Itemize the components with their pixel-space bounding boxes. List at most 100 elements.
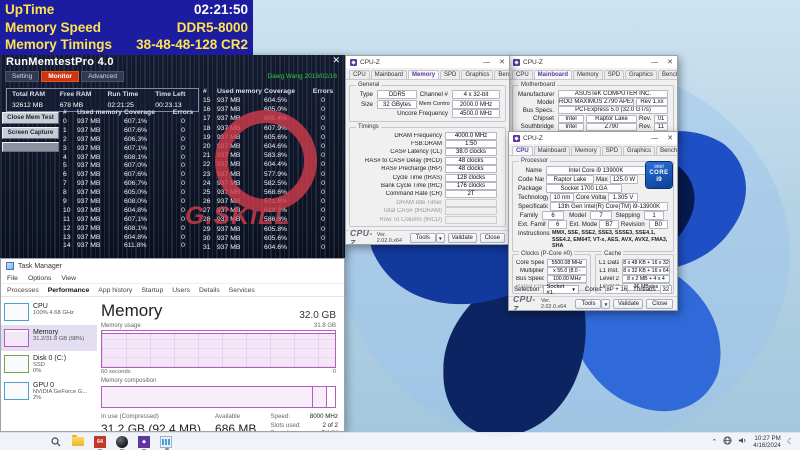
minimize-icon[interactable]: —	[651, 59, 658, 66]
tab-performance[interactable]: Performance	[48, 287, 90, 294]
memory-detail-row: Slots used: 2 of 2	[270, 422, 338, 431]
screen-capture-button[interactable]: Screen Capture	[2, 127, 59, 139]
volume-icon[interactable]	[738, 436, 747, 447]
thread-row: 21 937 MB 583.8% 0	[200, 152, 342, 161]
cpuz-brand: CPU-Z	[350, 227, 373, 245]
coverage: 605.6%	[264, 133, 288, 141]
tab-spd[interactable]: SPD	[440, 70, 461, 79]
task-manager-taskbar-icon[interactable]	[160, 435, 172, 450]
menu-item-view[interactable]: View	[61, 275, 76, 282]
memtest-buttons: Close Mem Test Screen Capture	[2, 112, 59, 155]
errors: 0	[181, 198, 185, 206]
tab-startup[interactable]: Startup	[141, 287, 163, 294]
thread-id: 8	[63, 189, 67, 197]
tools-button[interactable]: Tools	[575, 298, 602, 309]
thread-id: 5	[63, 162, 67, 170]
cpuz-purple-app-icon[interactable]: ◆	[138, 435, 150, 450]
tab-processes[interactable]: Processes	[7, 287, 39, 294]
tab-graphics[interactable]: Graphics	[461, 70, 494, 79]
do-not-disturb-moon-icon[interactable]: ☾	[787, 437, 794, 446]
file-explorer-icon[interactable]	[72, 435, 84, 448]
taskbar-clock[interactable]: 10:27 PM 4/16/2024	[753, 435, 781, 449]
tools-dropdown-icon[interactable]: ▼	[435, 232, 445, 243]
search-icon[interactable]	[50, 436, 62, 448]
tab-cpu[interactable]: CPU	[512, 146, 533, 155]
thread-id: 13	[63, 233, 71, 241]
used-memory: 937 MB	[217, 97, 241, 104]
tab-bench[interactable]: Bench	[494, 70, 509, 79]
close-button[interactable]: Close	[479, 232, 505, 243]
network-icon[interactable]	[723, 436, 732, 447]
tab-users[interactable]: Users	[172, 287, 190, 294]
sidebar-item-cpu[interactable]: CPU 100% 4.68 GHz	[1, 299, 97, 325]
tab-spd[interactable]: SPD	[601, 146, 623, 155]
tab-mainboard[interactable]: Mainboard	[370, 70, 408, 79]
tab-memory[interactable]: Memory	[571, 146, 601, 155]
tab-setting[interactable]: Setting	[5, 71, 40, 82]
coverage: 608.1%	[124, 224, 148, 232]
close-icon[interactable]: ✕	[667, 58, 673, 66]
tab-memory[interactable]: Memory	[573, 70, 603, 79]
tab-cpu[interactable]: CPU	[512, 70, 533, 79]
memory-composition-bar[interactable]	[101, 386, 336, 408]
socket-select[interactable]: Socket #1 ▼	[543, 284, 579, 296]
menu-item-file[interactable]: File	[7, 275, 18, 282]
sidebar-item-disk-0-c-[interactable]: Disk 0 (C:) SSD 0%	[1, 351, 97, 378]
minimize-icon[interactable]: —	[483, 59, 490, 66]
tab-memory[interactable]: Memory	[408, 70, 440, 79]
col-header: Errors	[312, 88, 334, 95]
used-memory: 937 MB	[217, 179, 241, 187]
field-value: 1:50	[445, 140, 497, 149]
gskill-app-icon[interactable]	[116, 435, 128, 450]
menu-item-options[interactable]: Options	[28, 275, 51, 282]
tab-spd[interactable]: SPD	[603, 70, 625, 79]
tab-bench[interactable]: Bench	[658, 70, 677, 79]
field-value: 48 clocks	[445, 165, 497, 174]
tools-button[interactable]: Tools	[409, 232, 436, 243]
thread-row: 18 937 MB 607.9% 0	[200, 125, 342, 134]
general-group: General Type DDR5 Channel # 4 x 32-bit S…	[349, 82, 506, 122]
tab-cpu[interactable]: CPU	[349, 70, 370, 79]
close-mem-test-button[interactable]: Close Mem Test	[2, 112, 59, 124]
tab-graphics[interactable]: Graphics	[625, 70, 658, 79]
thread-id: 11	[63, 215, 71, 223]
revision-value: B0	[648, 220, 668, 229]
used-memory: 937 MB	[77, 118, 101, 125]
used-memory: 937 MB	[217, 106, 241, 114]
sidebar-item-memory[interactable]: Memory 31.2/31.8 GB (98%)	[1, 325, 97, 351]
errors: 0	[321, 115, 325, 123]
close-button[interactable]: Close	[646, 298, 673, 309]
tab-bench[interactable]: Bench	[656, 146, 677, 155]
thread-row: 24 937 MB 582.5% 0	[200, 180, 342, 189]
cpu-name-label: Name	[525, 167, 542, 174]
tools-dropdown-icon[interactable]: ▼	[601, 298, 611, 309]
tab-services[interactable]: Services	[229, 287, 255, 294]
start-button-icon[interactable]	[28, 436, 40, 448]
minimize-icon[interactable]: —	[651, 135, 658, 142]
tab-details[interactable]: Details	[199, 287, 220, 294]
tab-graphics[interactable]: Graphics	[623, 146, 656, 155]
tab-mainboard[interactable]: Mainboard	[533, 146, 571, 155]
mem-controller-freq-value: 2000.0 MHz	[452, 99, 500, 109]
coverage: 607.0%	[124, 162, 148, 170]
tray-chevron-up-icon[interactable]: ⌃	[711, 438, 717, 446]
tab-app-history[interactable]: App history	[98, 287, 132, 294]
stat-value: 31.2 GB (92.4 MB)	[101, 422, 202, 432]
tab-advanced[interactable]: Advanced	[81, 71, 124, 82]
tab-mainboard[interactable]: Mainboard	[533, 70, 573, 79]
close-icon[interactable]: ✕	[667, 134, 673, 142]
blank-button[interactable]	[2, 142, 59, 152]
cpuz-64-taskbar-icon[interactable]: 64	[94, 435, 106, 450]
perf-thumbnail	[4, 382, 29, 400]
validate-button[interactable]: Validate	[447, 232, 477, 243]
cpuz-app-icon	[513, 134, 520, 142]
used-memory: 937 MB	[77, 135, 101, 143]
tab-monitor[interactable]: Monitor	[41, 71, 80, 82]
close-icon[interactable]: ✕	[499, 58, 505, 66]
detail-value: 8000 MHz	[309, 413, 338, 420]
clocks-group-label: Clocks (P-Core #0)	[519, 250, 575, 258]
sidebar-item-gpu-0[interactable]: GPU 0 NVIDIA GeForce G... 2%	[1, 378, 97, 405]
close-icon[interactable]: ✕	[332, 55, 340, 66]
validate-button[interactable]: Validate	[613, 298, 644, 309]
memory-usage-graph[interactable]	[101, 330, 336, 368]
